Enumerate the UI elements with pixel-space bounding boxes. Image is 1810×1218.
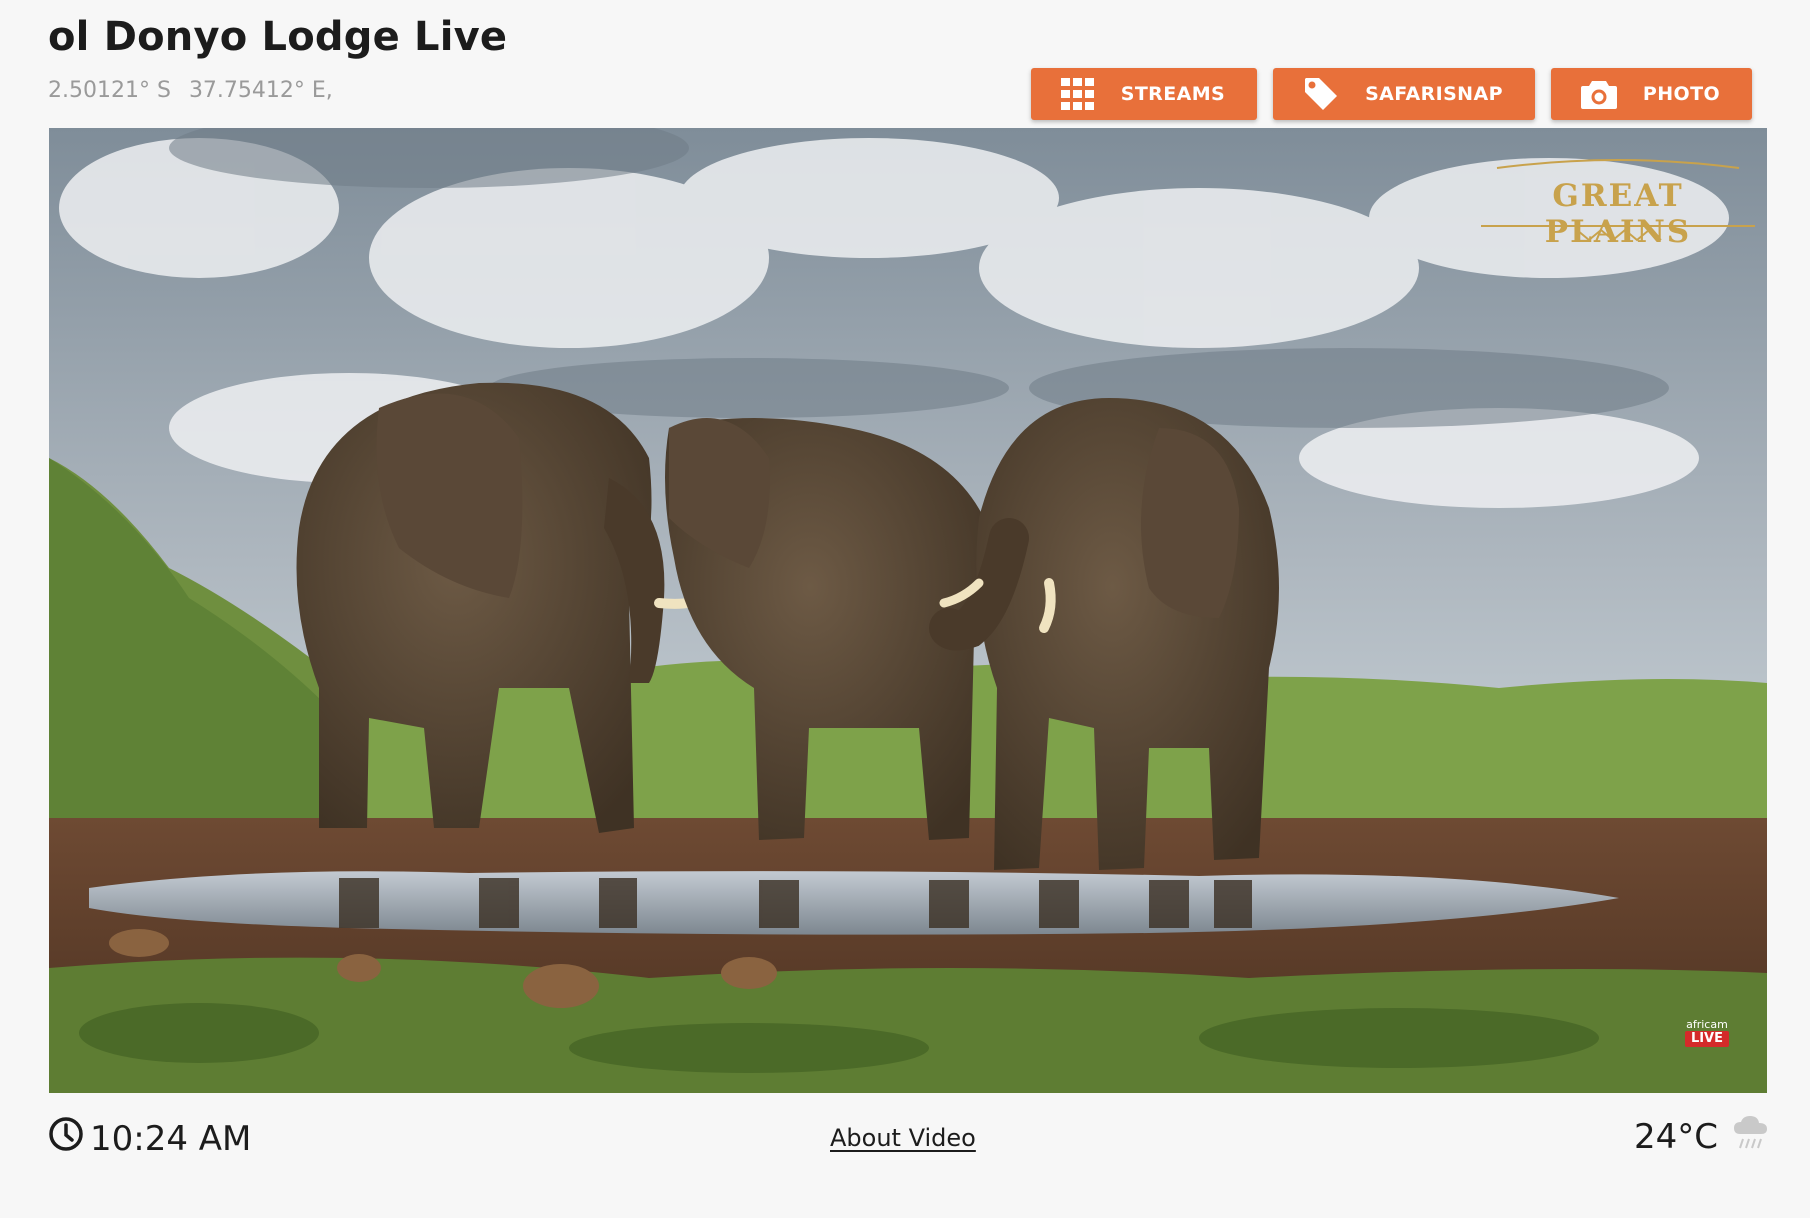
action-buttons: STREAMS SAFARISNAP PHOTO — [1030, 68, 1752, 120]
grid-icon — [1060, 78, 1095, 110]
video-player[interactable]: GREAT PLAINS africam LIVE — [49, 128, 1767, 1093]
watermark-text: GREAT PLAINS — [1544, 178, 1692, 250]
latitude: 2.50121° S — [48, 78, 171, 103]
badge-live: LIVE — [1684, 1030, 1729, 1047]
streams-button-label: STREAMS — [1120, 83, 1226, 105]
badge-brand: africam — [1686, 1017, 1728, 1031]
weather: 24°C — [1634, 1114, 1770, 1159]
temperature: 24°C — [1633, 1116, 1718, 1157]
watermark-logo: GREAT PLAINS — [1477, 144, 1759, 254]
tag-icon — [1303, 76, 1339, 112]
clock-icon — [48, 1116, 84, 1161]
africam-live-badge: africam LIVE — [1684, 1017, 1729, 1047]
photo-button-label: PHOTO — [1642, 83, 1720, 105]
longitude: 37.75412° E, — [188, 78, 333, 103]
video-frame — [49, 128, 1767, 1093]
safarisnap-button-label: SAFARISNAP — [1365, 83, 1503, 105]
photo-button[interactable]: PHOTO — [1550, 68, 1752, 120]
local-time: 10:24 AM — [48, 1116, 251, 1161]
rain-cloud-icon — [1732, 1114, 1770, 1159]
streams-button[interactable]: STREAMS — [1030, 68, 1258, 120]
coordinates: 2.50121° S 37.75412° E, — [48, 78, 351, 103]
page-title: ol Donyo Lodge Live — [48, 14, 508, 60]
safarisnap-button[interactable]: SAFARISNAP — [1273, 68, 1535, 120]
about-video-link[interactable]: About Video — [830, 1124, 976, 1152]
camera-icon — [1580, 79, 1617, 109]
time-text: 10:24 AM — [90, 1118, 252, 1159]
